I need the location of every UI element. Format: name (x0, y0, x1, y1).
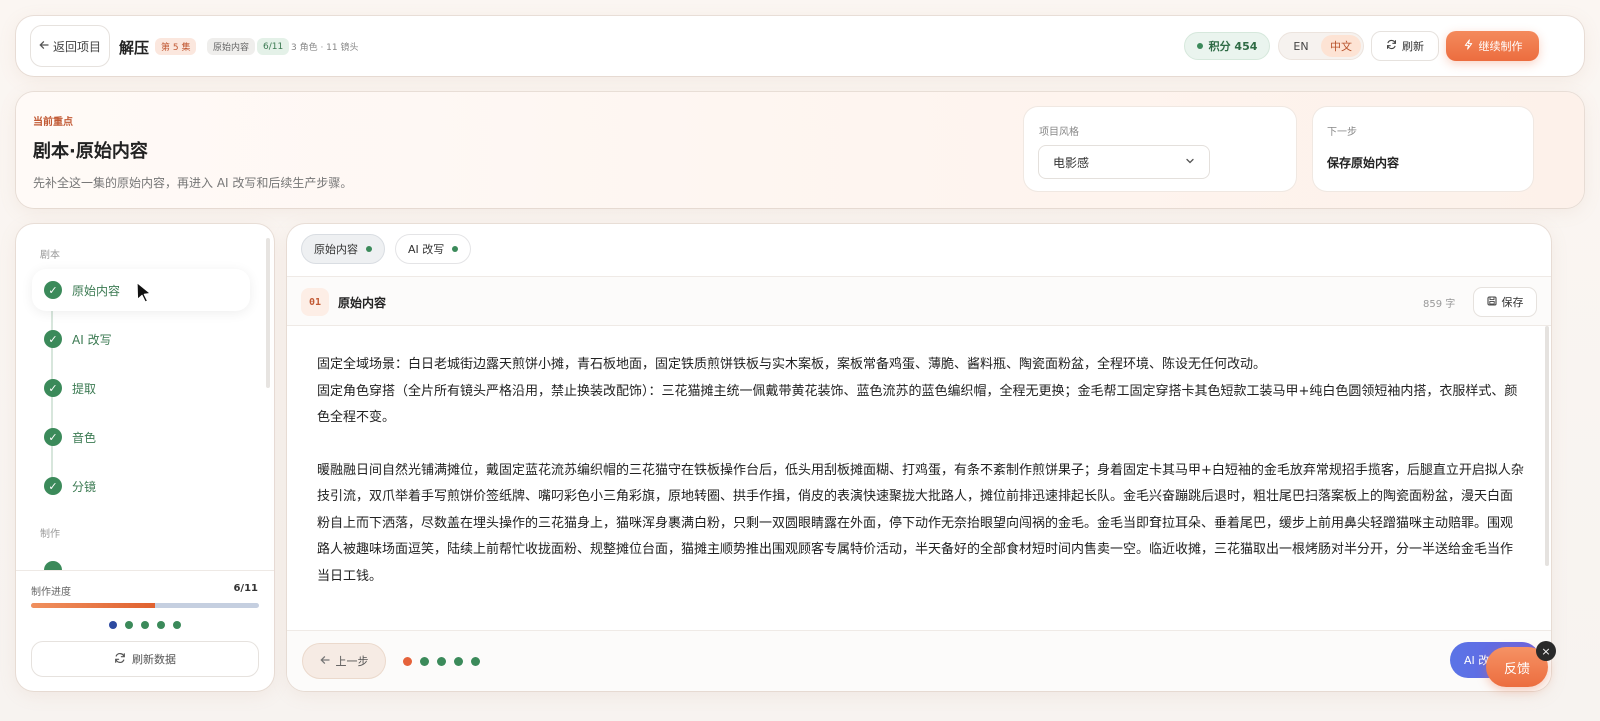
points-badge: 积分 454 (1184, 32, 1270, 60)
save-label: 保存 (1501, 296, 1524, 309)
editor-scrollbar[interactable] (1545, 326, 1549, 566)
sidebar-item-voice[interactable]: ✓ 音色 (32, 416, 250, 458)
dot-icon (173, 621, 181, 629)
mouse-cursor-icon (135, 281, 153, 307)
page-title: 剧本·原始内容 (33, 141, 148, 162)
chevron-down-icon (1185, 155, 1195, 169)
continue-label: 继续制作 (1478, 40, 1523, 53)
back-label: 返回项目 (52, 39, 101, 54)
next-step-value: 保存原始内容 (1327, 156, 1400, 170)
progress-bar (31, 603, 259, 608)
progress-bar-fill (31, 603, 156, 608)
section-title: 原始内容 (338, 296, 387, 310)
refresh-button[interactable]: 刷新 (1371, 31, 1439, 61)
check-circle-icon: ✓ (44, 379, 62, 397)
style-label: 项目风格 (1039, 127, 1079, 138)
group-label-script: 剧本 (40, 250, 60, 261)
paragraph: 固定角色穿搭（全片所有镜头严格沿用，禁止换装改配饰）：三花猫摊主统一佩戴带黄花装… (317, 383, 1518, 426)
sidebar-item-label: 分镜 (72, 479, 97, 494)
refresh-icon (114, 652, 126, 667)
step-dots (403, 657, 480, 666)
dot-icon (125, 621, 133, 629)
style-value: 电影感 (1053, 155, 1090, 170)
current-focus-panel: 当前重点 剧本·原始内容 先补全这一集的原始内容，再进入 AI 改写和后续生产步… (16, 92, 1584, 208)
refresh-label: 刷新 (1402, 40, 1424, 53)
dot-icon (454, 657, 463, 666)
sidebar-item-label: AI 改写 (72, 332, 112, 347)
section-header: 01 原始内容 859 字 保存 (287, 276, 1551, 326)
save-button[interactable]: 保存 (1473, 287, 1537, 317)
status-dot-icon (1196, 43, 1203, 49)
project-title: 解压 (119, 39, 150, 57)
dot-icon (471, 657, 480, 666)
content-footer: 上一步 (287, 630, 1551, 691)
content-tabs: 原始内容 AI 改写 (301, 234, 472, 264)
feedback-label: 反馈 (1503, 661, 1530, 677)
word-count: 859 字 (1423, 299, 1456, 310)
refresh-icon (1386, 39, 1397, 53)
sidebar-scrollbar[interactable] (266, 238, 270, 388)
check-circle-icon: ✓ (44, 281, 62, 299)
focus-description: 先补全这一集的原始内容，再进入 AI 改写和后续生产步骤。 (33, 176, 353, 190)
sidebar-item-ai-rewrite[interactable]: ✓ AI 改写 (32, 318, 250, 360)
dot-icon (141, 621, 149, 629)
top-header: 返回项目 解压 第 5 集 原始内容 6/11 3 角色 · 11 镜头 积分 … (16, 16, 1584, 76)
check-circle-icon: ✓ (44, 330, 62, 348)
dot-icon (109, 621, 117, 629)
tab-label: 原始内容 (314, 243, 358, 256)
refresh-data-button[interactable]: 刷新数据 (31, 641, 259, 677)
check-circle-icon: ✓ (44, 428, 62, 446)
section-number: 01 (301, 288, 329, 316)
dot-icon (403, 657, 412, 666)
sidebar-item-label: 音色 (72, 430, 97, 445)
next-step-card: 下一步 保存原始内容 (1313, 107, 1533, 191)
dot-icon (420, 657, 429, 666)
check-circle-icon: ✓ (44, 477, 62, 495)
refresh-data-label: 刷新数据 (132, 653, 176, 666)
paragraph: 暖融融日间自然光铺满摊位，戴固定蓝花流苏编织帽的三花猫守在铁板操作台后，低头用刮… (317, 462, 1524, 584)
tab-label: AI 改写 (408, 243, 445, 256)
continue-production-button[interactable]: 继续制作 (1446, 31, 1539, 61)
save-icon (1486, 295, 1497, 309)
project-style-card: 项目风格 电影感 (1024, 107, 1296, 191)
focus-kicker: 当前重点 (33, 117, 73, 128)
arrow-left-icon (39, 39, 49, 53)
close-feedback-icon[interactable]: × (1536, 641, 1556, 661)
status-dot-icon (366, 246, 372, 252)
previous-step-label: 上一步 (335, 655, 369, 668)
content-panel: 原始内容 AI 改写 01 原始内容 859 字 保存 固定全域场景：白日老城街… (287, 224, 1551, 691)
stage-badge: 原始内容 (207, 38, 256, 55)
sidebar-footer: 制作进度 6/11 刷新数据 (16, 570, 274, 691)
progress-badge: 6/11 (257, 38, 290, 55)
progress-count: 6/11 (233, 583, 258, 594)
next-step-label: 下一步 (1327, 127, 1357, 138)
episode-badge: 第 5 集 (155, 38, 197, 55)
content-editor[interactable]: 固定全域场景：白日老城街边露天煎饼小摊，青石板地面，固定铁质煎饼铁板与实木案板，… (317, 352, 1525, 590)
lang-zh-option[interactable]: 中文 (1321, 35, 1361, 57)
progress-dots (109, 621, 181, 629)
sidebar-item-label: 提取 (72, 381, 97, 396)
project-meta: 3 角色 · 11 镜头 (291, 43, 359, 53)
sidebar-item-storyboard[interactable]: ✓ 分镜 (32, 465, 250, 507)
dot-icon (437, 657, 446, 666)
sidebar-item-extract[interactable]: ✓ 提取 (32, 367, 250, 409)
previous-step-button[interactable]: 上一步 (302, 643, 386, 679)
tab-ai-rewrite[interactable]: AI 改写 (395, 234, 472, 264)
sidebar-item-label: 原始内容 (72, 283, 121, 298)
progress-label: 制作进度 (31, 587, 71, 598)
arrow-left-icon (319, 655, 330, 668)
style-select[interactable]: 电影感 (1038, 145, 1210, 179)
dot-icon (157, 621, 165, 629)
lang-en-option[interactable]: EN (1281, 35, 1321, 57)
language-toggle: EN 中文 (1278, 32, 1364, 60)
lightning-icon (1463, 39, 1474, 53)
partial-step-icon (44, 561, 62, 570)
points-label: 积分 454 (1208, 40, 1258, 53)
tab-original-content[interactable]: 原始内容 (301, 234, 385, 264)
back-to-project-button[interactable]: 返回项目 (30, 25, 110, 67)
status-dot-icon (452, 246, 459, 252)
paragraph: 固定全域场景：白日老城街边露天煎饼小摊，青石板地面，固定铁质煎饼铁板与实木案板，… (317, 357, 1267, 372)
group-label-produce: 制作 (40, 529, 60, 540)
